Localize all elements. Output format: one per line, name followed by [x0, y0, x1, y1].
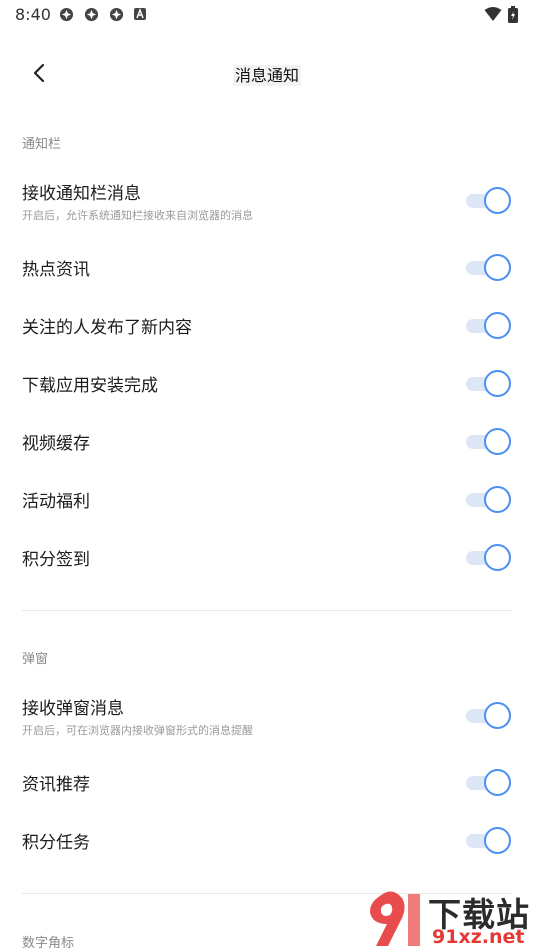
- toggle-switch[interactable]: [466, 826, 512, 856]
- app-notification-icon: [109, 7, 124, 22]
- page-title: 消息通知: [232, 65, 301, 86]
- section-divider: [22, 610, 512, 611]
- setting-title: 下载应用安装完成: [22, 376, 158, 396]
- setting-row-download-install-complete[interactable]: 下载应用安装完成: [0, 368, 534, 398]
- setting-row-news-recommend[interactable]: 资讯推荐: [0, 767, 534, 797]
- watermark-logo-icon: [370, 891, 420, 946]
- toggle-switch[interactable]: [466, 543, 512, 573]
- setting-row-points-task[interactable]: 积分任务: [0, 825, 534, 855]
- app-notification-icon: [84, 7, 99, 22]
- setting-title: 关注的人发布了新内容: [22, 318, 192, 338]
- setting-row-video-cache[interactable]: 视频缓存: [0, 426, 534, 456]
- setting-title: 接收通知栏消息: [22, 184, 141, 204]
- wifi-icon: [484, 7, 502, 21]
- toggle-switch[interactable]: [466, 427, 512, 457]
- toggle-switch[interactable]: [466, 485, 512, 515]
- setting-subtitle: 开启后，允许系统通知栏接收来自浏览器的消息: [22, 209, 253, 222]
- toggle-switch[interactable]: [466, 768, 512, 798]
- setting-title: 积分任务: [22, 833, 90, 853]
- setting-row-activity-benefits[interactable]: 活动福利: [0, 484, 534, 514]
- setting-title: 活动福利: [22, 492, 90, 512]
- setting-row-followed-new-content[interactable]: 关注的人发布了新内容: [0, 310, 534, 340]
- setting-row-receive-notification-bar[interactable]: 接收通知栏消息 开启后，允许系统通知栏接收来自浏览器的消息: [0, 175, 534, 227]
- app-notification-icon: [59, 7, 74, 22]
- setting-subtitle: 开启后，可在浏览器内接收弹窗形式的消息提醒: [22, 724, 253, 737]
- toggle-switch[interactable]: [466, 186, 512, 216]
- setting-row-receive-popup[interactable]: 接收弹窗消息 开启后，可在浏览器内接收弹窗形式的消息提醒: [0, 690, 534, 742]
- watermark: 下载站 91xz.net: [362, 888, 534, 950]
- setting-row-points-checkin[interactable]: 积分签到: [0, 542, 534, 572]
- toggle-switch[interactable]: [466, 311, 512, 341]
- toggle-switch[interactable]: [466, 369, 512, 399]
- section-label-popup: 弹窗: [22, 652, 49, 667]
- toggle-switch[interactable]: [466, 253, 512, 283]
- section-label-notification-bar: 通知栏: [22, 137, 62, 152]
- section-label-number-badge: 数字角标: [22, 936, 75, 951]
- status-time: 8:40: [15, 5, 51, 24]
- setting-title: 视频缓存: [22, 434, 90, 454]
- setting-title: 接收弹窗消息: [22, 699, 124, 719]
- translate-icon: [134, 8, 146, 20]
- toggle-switch[interactable]: [466, 701, 512, 731]
- setting-title: 积分签到: [22, 550, 90, 570]
- setting-title: 资讯推荐: [22, 775, 90, 795]
- setting-title: 热点资讯: [22, 260, 90, 280]
- status-bar: 8:40: [0, 0, 534, 28]
- setting-row-hot-news[interactable]: 热点资讯: [0, 252, 534, 282]
- watermark-url: 91xz.net: [432, 926, 525, 948]
- battery-icon: [508, 6, 518, 23]
- top-app-bar: 消息通知: [0, 50, 534, 96]
